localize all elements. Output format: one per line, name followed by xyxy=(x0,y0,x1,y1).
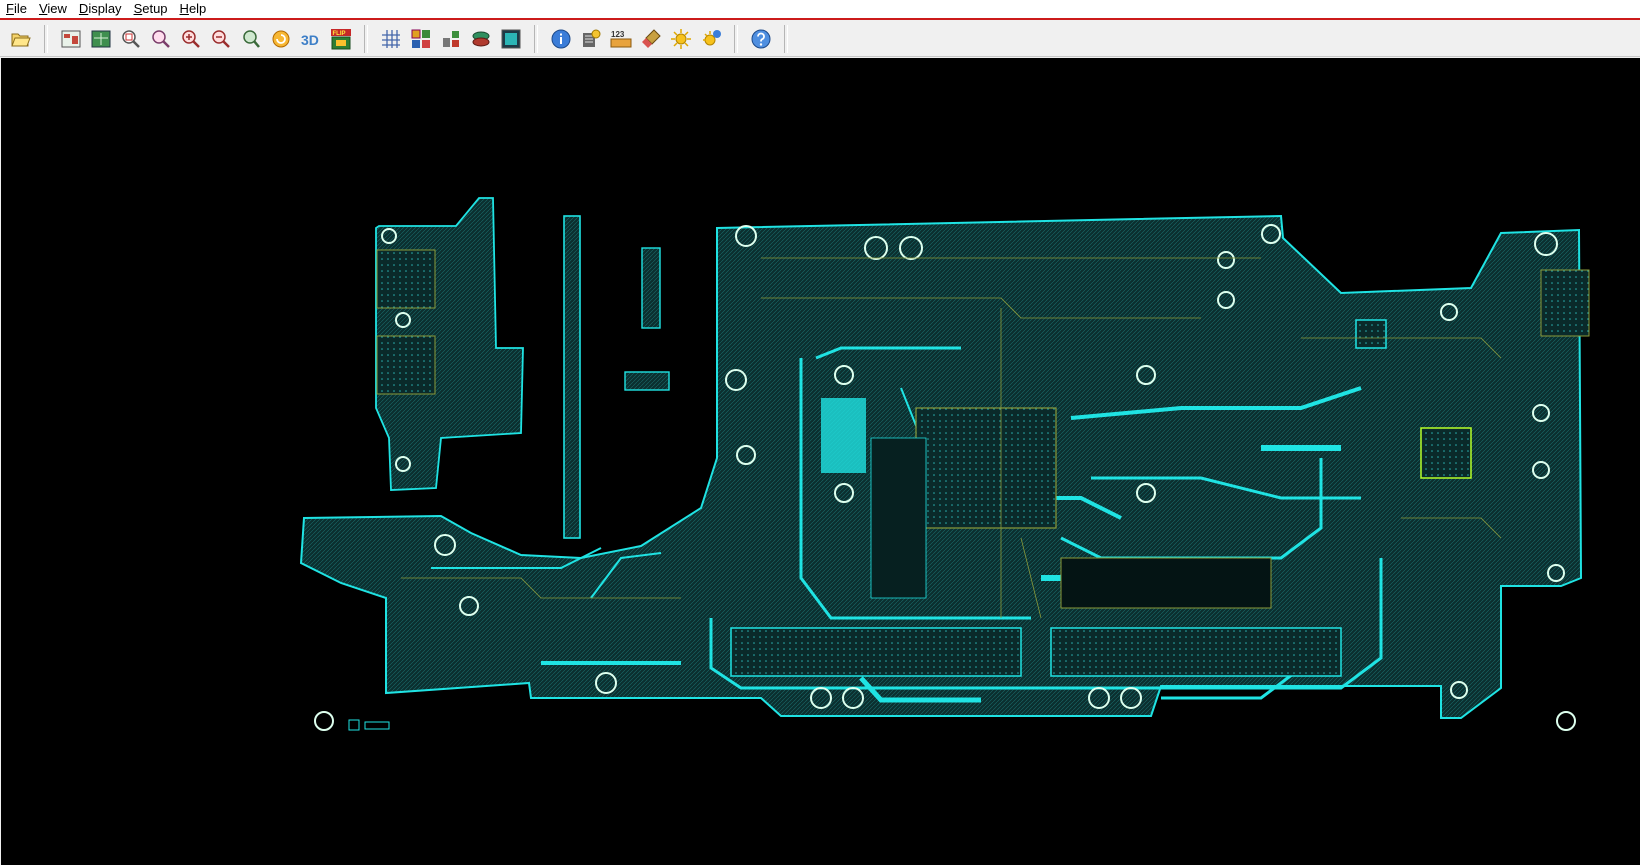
menu-display[interactable]: Display xyxy=(73,0,128,19)
zoom-in-icon xyxy=(182,30,200,48)
cutout-area xyxy=(870,437,927,599)
net-list-button[interactable] xyxy=(577,25,605,53)
pin-numbers-icon: 123 xyxy=(610,30,632,48)
menu-help[interactable]: Help xyxy=(174,0,213,19)
board-view-icon xyxy=(61,30,81,48)
flip-board-button[interactable]: FLIP xyxy=(327,25,355,53)
toolbar-group-display xyxy=(376,24,526,54)
brightness-button[interactable] xyxy=(667,25,695,53)
cutout-area xyxy=(1060,557,1272,609)
cpu-area xyxy=(915,407,1057,529)
board-grid-icon xyxy=(91,30,111,48)
toolbar-group-tools: 123 xyxy=(546,24,726,54)
zoom-area-icon xyxy=(122,30,140,48)
toolbar-separator xyxy=(534,25,538,53)
svg-text:FLIP: FLIP xyxy=(333,31,346,37)
board-grid-button[interactable] xyxy=(87,25,115,53)
usb-connector-pad xyxy=(376,249,436,309)
zoom-in-button[interactable] xyxy=(177,25,205,53)
board-view-button[interactable] xyxy=(57,25,85,53)
grid-button[interactable] xyxy=(377,25,405,53)
zoom-out-button[interactable] xyxy=(207,25,235,53)
menu-view[interactable]: View xyxy=(33,0,73,19)
chip-block xyxy=(1420,427,1472,479)
fiducial xyxy=(348,719,360,731)
flip-board-icon: FLIP xyxy=(331,29,351,50)
help-icon xyxy=(751,29,771,49)
zoom-fit-button[interactable] xyxy=(147,25,175,53)
fiducial xyxy=(364,721,390,730)
memory-block-left xyxy=(730,627,1022,677)
pin-numbers-button[interactable]: 123 xyxy=(607,25,635,53)
pan-button[interactable] xyxy=(237,25,265,53)
clean-button[interactable] xyxy=(637,25,665,53)
toolbar-group-file xyxy=(6,24,36,54)
render-icon xyxy=(501,29,521,49)
zoom-out-icon xyxy=(212,30,230,48)
toolbar: 3D FLIP 123 xyxy=(0,22,1640,57)
folder-open-icon xyxy=(11,33,31,47)
toolbar-separator xyxy=(44,25,48,53)
layers-button[interactable] xyxy=(407,25,435,53)
usb-connector-pad xyxy=(376,335,436,395)
info-button[interactable] xyxy=(547,25,575,53)
3d-view-icon: 3D xyxy=(301,32,319,48)
rotate-icon xyxy=(272,30,290,48)
memory-block-right xyxy=(1050,627,1342,677)
open-button[interactable] xyxy=(7,25,35,53)
brightness-icon xyxy=(671,29,691,49)
svg-text:3D: 3D xyxy=(301,32,319,48)
help-button[interactable] xyxy=(747,25,775,53)
clean-icon xyxy=(642,29,661,48)
svg-text:123: 123 xyxy=(611,30,625,39)
render-button[interactable] xyxy=(497,25,525,53)
chip-block xyxy=(1355,319,1387,349)
strip-board[interactable] xyxy=(563,215,581,539)
menu-bar: File View Display Setup Help xyxy=(0,0,1640,20)
nets-icon xyxy=(472,31,490,47)
toolbar-separator xyxy=(734,25,738,53)
menu-file[interactable]: File xyxy=(0,0,33,19)
chip-block xyxy=(821,398,866,473)
small-board[interactable] xyxy=(624,371,670,391)
highlight-icon xyxy=(703,30,721,46)
rotate-button[interactable] xyxy=(267,25,295,53)
small-board[interactable] xyxy=(641,247,661,329)
pan-hand-icon xyxy=(243,30,260,48)
nets-button[interactable] xyxy=(467,25,495,53)
info-icon xyxy=(551,29,571,49)
board-canvas[interactable] xyxy=(1,58,1640,865)
toolbar-separator xyxy=(364,25,368,53)
zoom-fit-icon xyxy=(152,30,170,48)
toolbar-separator xyxy=(784,25,788,53)
toolbar-group-view: 3D FLIP xyxy=(56,24,356,54)
grid-icon xyxy=(382,30,400,48)
layers-icon xyxy=(411,29,430,48)
components-button[interactable] xyxy=(437,25,465,53)
components-icon xyxy=(443,31,459,47)
toolbar-group-help xyxy=(746,24,776,54)
3d-view-button[interactable]: 3D xyxy=(297,25,325,53)
net-list-icon xyxy=(583,29,601,47)
zoom-area-button[interactable] xyxy=(117,25,145,53)
highlight-button[interactable] xyxy=(697,25,725,53)
pcb-layout[interactable] xyxy=(1,58,1640,865)
menu-setup[interactable]: Setup xyxy=(128,0,174,19)
right-connector-pad xyxy=(1540,269,1590,337)
